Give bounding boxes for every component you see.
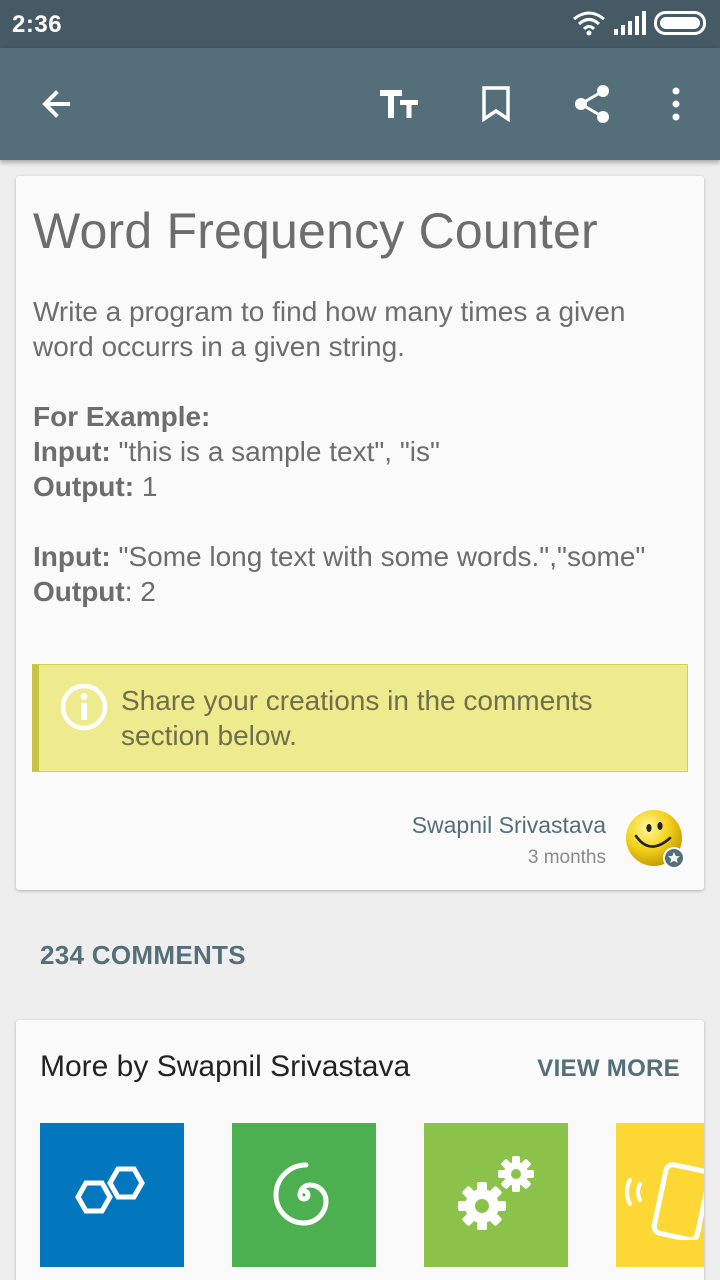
bookmark-button[interactable] bbox=[468, 76, 524, 132]
hexagons-icon bbox=[75, 1166, 145, 1214]
related-post-thumbnail[interactable] bbox=[232, 1123, 376, 1267]
example1-input-value: "this is a sample text", "is" bbox=[110, 436, 440, 467]
example1-input-label: Input: bbox=[33, 436, 111, 467]
example2-output-label: Output bbox=[33, 576, 125, 607]
status-icons bbox=[572, 10, 708, 36]
example2-output-value: : 2 bbox=[124, 576, 156, 607]
callout-text: Share your creations in the comments sec… bbox=[121, 685, 593, 751]
more-options-button[interactable] bbox=[648, 76, 704, 132]
wifi-icon bbox=[573, 11, 605, 36]
spiral-icon bbox=[273, 1162, 329, 1226]
author-avatar[interactable] bbox=[624, 808, 688, 872]
app-bar bbox=[0, 48, 720, 160]
more-by-author-card: More by Swapnil Srivastava VIEW MORE bbox=[16, 1020, 704, 1280]
status-time: 2:36 bbox=[12, 11, 63, 38]
text-size-icon bbox=[380, 90, 418, 118]
post-title: Word Frequency Counter bbox=[33, 203, 598, 259]
phone-vibrate-icon bbox=[625, 1162, 704, 1240]
back-button[interactable] bbox=[28, 76, 84, 132]
battery-icon bbox=[654, 11, 706, 35]
example-heading: For Example: bbox=[33, 401, 211, 432]
example1-output-value: 1 bbox=[134, 471, 158, 502]
more-by-title: More by Swapnil Srivastava bbox=[40, 1050, 411, 1083]
share-button[interactable] bbox=[564, 76, 620, 132]
example2-input-value: "Some long text with some words.","some" bbox=[110, 541, 646, 572]
related-post-thumbnail[interactable] bbox=[616, 1123, 704, 1267]
example1-output-label: Output: bbox=[33, 471, 135, 502]
more-vert-icon bbox=[672, 87, 680, 121]
share-icon bbox=[575, 85, 609, 123]
example2-input-label: Input: bbox=[33, 541, 111, 572]
gears-icon bbox=[458, 1156, 534, 1230]
signal-icon bbox=[614, 11, 646, 35]
author-info[interactable]: Swapnil Srivastava 3 months bbox=[412, 812, 606, 869]
text-size-button[interactable] bbox=[372, 76, 428, 132]
related-post-thumbnail[interactable] bbox=[40, 1123, 184, 1267]
info-icon bbox=[60, 683, 108, 731]
post-body: Write a program to find how many times a… bbox=[33, 294, 683, 609]
related-post-thumbnail[interactable] bbox=[424, 1123, 568, 1267]
author-name[interactable]: Swapnil Srivastava bbox=[412, 812, 606, 839]
view-more-button[interactable]: VIEW MORE bbox=[537, 1055, 680, 1083]
post-description: Write a program to find how many times a… bbox=[33, 296, 626, 362]
post-card: Word Frequency Counter Write a program t… bbox=[16, 176, 704, 890]
arrow-back-icon bbox=[42, 90, 70, 118]
comments-link[interactable]: 234 COMMENTS bbox=[40, 940, 246, 971]
bookmark-icon bbox=[482, 86, 510, 122]
post-time: 3 months bbox=[527, 847, 606, 868]
status-bar: 2:36 bbox=[0, 0, 720, 48]
info-callout: Share your creations in the comments sec… bbox=[32, 664, 688, 772]
